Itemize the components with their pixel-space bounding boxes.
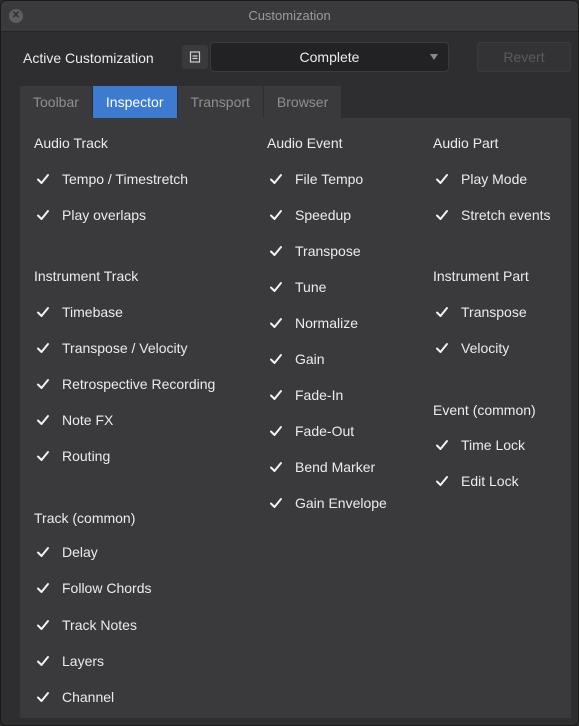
inspector-panel: Audio Track Tempo / Timestretch Play ove… — [20, 118, 571, 718]
tab-transport[interactable]: Transport — [177, 86, 264, 118]
window-title: Customization — [248, 8, 331, 23]
checkbox-transpose-event[interactable]: Transpose — [269, 241, 361, 261]
checkbox-edit-lock[interactable]: Edit Lock — [435, 471, 519, 491]
active-customization-label: Active Customization — [23, 50, 154, 66]
checkmark-icon — [435, 341, 449, 355]
checkmark-icon — [269, 316, 283, 330]
customization-select[interactable]: Complete — [210, 42, 449, 72]
tab-inspector[interactable]: Inspector — [92, 86, 178, 118]
checkbox-play-overlaps[interactable]: Play overlaps — [36, 205, 146, 225]
checkbox-normalize[interactable]: Normalize — [269, 313, 358, 333]
title-bar: ✕ Customization — [1, 1, 578, 32]
checkbox-delay[interactable]: Delay — [36, 542, 98, 562]
checkbox-tune[interactable]: Tune — [269, 277, 326, 297]
checkmark-icon — [269, 460, 283, 474]
checkbox-time-lock[interactable]: Time Lock — [435, 435, 525, 455]
checkmark-icon — [269, 424, 283, 438]
checkmark-icon — [435, 172, 449, 186]
checkmark-icon — [269, 496, 283, 510]
checkmark-icon — [269, 172, 283, 186]
checkbox-gain-envelope[interactable]: Gain Envelope — [269, 493, 387, 513]
checkbox-transpose-part[interactable]: Transpose — [435, 302, 527, 322]
section-heading-track-common: Track (common) — [34, 510, 136, 526]
checkmark-icon — [36, 208, 50, 222]
checkmark-icon — [435, 474, 449, 488]
checkbox-bend-marker[interactable]: Bend Marker — [269, 457, 375, 477]
checkbox-note-fx[interactable]: Note FX — [36, 410, 113, 430]
tab-bar: Toolbar Inspector Transport Browser — [20, 86, 343, 118]
checkmark-icon — [36, 654, 50, 668]
revert-button[interactable]: Revert — [477, 42, 571, 72]
checkbox-play-mode[interactable]: Play Mode — [435, 169, 527, 189]
checkmark-icon — [36, 377, 50, 391]
checkbox-fade-in[interactable]: Fade-In — [269, 385, 343, 405]
chevron-down-icon — [430, 54, 438, 60]
checkbox-track-notes[interactable]: Track Notes — [36, 615, 137, 635]
document-icon[interactable] — [182, 45, 208, 69]
tab-toolbar[interactable]: Toolbar — [20, 86, 93, 118]
customization-select-value: Complete — [299, 49, 360, 65]
section-heading-audio-event: Audio Event — [267, 135, 343, 151]
checkmark-icon — [36, 545, 50, 559]
checkmark-icon — [435, 305, 449, 319]
section-heading-audio-part: Audio Part — [433, 135, 499, 151]
checkmark-icon — [269, 388, 283, 402]
checkmark-icon — [36, 172, 50, 186]
checkmark-icon — [36, 449, 50, 463]
checkmark-icon — [269, 244, 283, 258]
checkmark-icon — [36, 305, 50, 319]
checkbox-file-tempo[interactable]: File Tempo — [269, 169, 363, 189]
customization-window: ✕ Customization Active Customization Com… — [0, 0, 579, 726]
checkbox-gain[interactable]: Gain — [269, 349, 325, 369]
checkbox-fade-out[interactable]: Fade-Out — [269, 421, 354, 441]
section-heading-event-common: Event (common) — [433, 402, 536, 418]
checkbox-transpose-velocity[interactable]: Transpose / Velocity — [36, 338, 188, 358]
checkmark-icon — [36, 581, 50, 595]
checkbox-retrospective-recording[interactable]: Retrospective Recording — [36, 374, 215, 394]
section-heading-instrument-part: Instrument Part — [433, 268, 529, 284]
checkbox-speedup[interactable]: Speedup — [269, 205, 351, 225]
section-heading-audio-track: Audio Track — [34, 135, 108, 151]
checkmark-icon — [269, 208, 283, 222]
checkbox-velocity[interactable]: Velocity — [435, 338, 509, 358]
tab-browser[interactable]: Browser — [263, 86, 343, 118]
checkbox-tempo-timestretch[interactable]: Tempo / Timestretch — [36, 169, 188, 189]
checkbox-timebase[interactable]: Timebase — [36, 302, 123, 322]
checkbox-follow-chords[interactable]: Follow Chords — [36, 578, 151, 598]
section-heading-instrument-track: Instrument Track — [34, 268, 139, 284]
checkmark-icon — [269, 280, 283, 294]
checkbox-routing[interactable]: Routing — [36, 446, 110, 466]
checkmark-icon — [36, 413, 50, 427]
checkmark-icon — [36, 690, 50, 704]
customization-toolbar: Active Customization Complete Revert — [1, 41, 578, 75]
checkmark-icon — [36, 341, 50, 355]
checkbox-channel[interactable]: Channel — [36, 687, 114, 707]
checkbox-stretch-events[interactable]: Stretch events — [435, 205, 551, 225]
checkbox-layers[interactable]: Layers — [36, 651, 104, 671]
checkmark-icon — [435, 208, 449, 222]
checkmark-icon — [36, 618, 50, 632]
checkmark-icon — [269, 352, 283, 366]
checkmark-icon — [435, 438, 449, 452]
